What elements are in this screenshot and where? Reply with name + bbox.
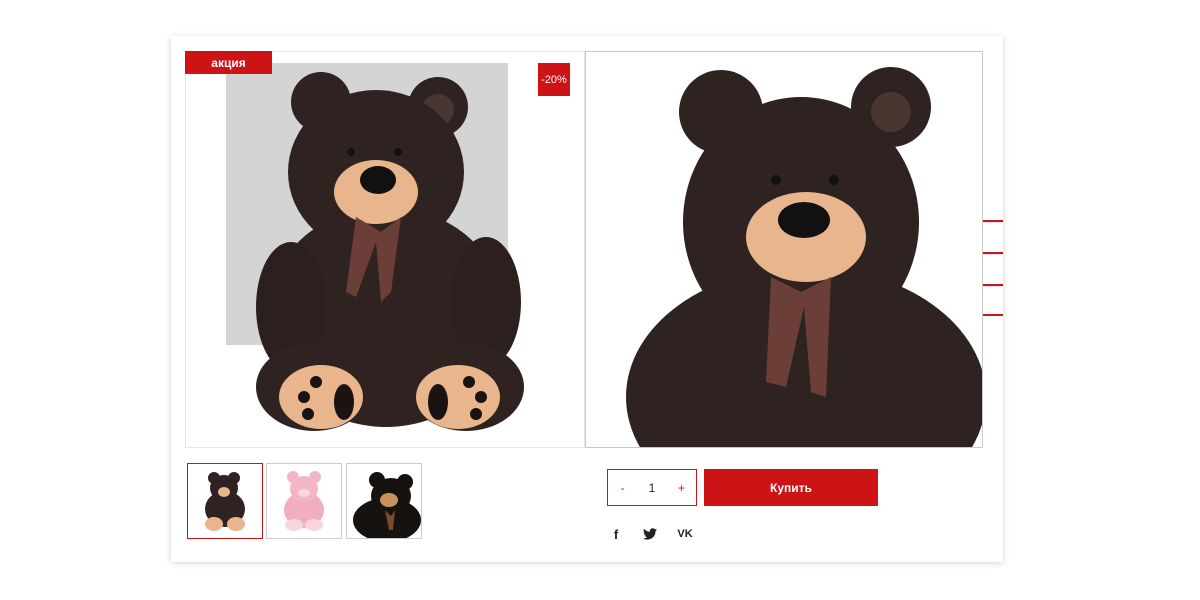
vk-icon[interactable]: VK [676,525,694,543]
main-product-image[interactable] [185,51,585,448]
side-tab[interactable] [983,286,1003,316]
twitter-bird-icon [643,528,657,540]
twitter-icon[interactable] [641,525,659,543]
facebook-glyph: f [613,526,619,542]
quantity-stepper: - 1 + [607,469,697,506]
thumbnail-dark-brown-bear[interactable] [187,463,263,539]
teddy-bear-image [256,72,524,431]
quantity-value[interactable]: 1 [637,481,666,495]
teddy-bear-zoomed-image [626,67,982,447]
quantity-decrease-button[interactable]: - [608,481,637,495]
side-accent-line [983,314,1003,316]
sale-badge: акция [185,51,272,74]
side-tab[interactable] [983,222,1003,252]
vk-glyph: VK [677,528,693,540]
quantity-increase-button[interactable]: + [667,481,696,495]
buy-button[interactable]: Купить [704,469,878,506]
facebook-icon[interactable]: f [607,525,625,543]
pink-bear-thumbnail-icon [284,471,324,531]
side-tab[interactable] [983,254,1003,284]
zoom-preview [585,51,983,448]
thumbnail-black-bear[interactable] [346,463,422,539]
thumbnail-pink-bear[interactable] [266,463,342,539]
dark-brown-bear-thumbnail-icon [205,472,245,531]
black-bear-thumbnail-icon [353,472,421,538]
discount-badge: -20% [538,63,570,96]
